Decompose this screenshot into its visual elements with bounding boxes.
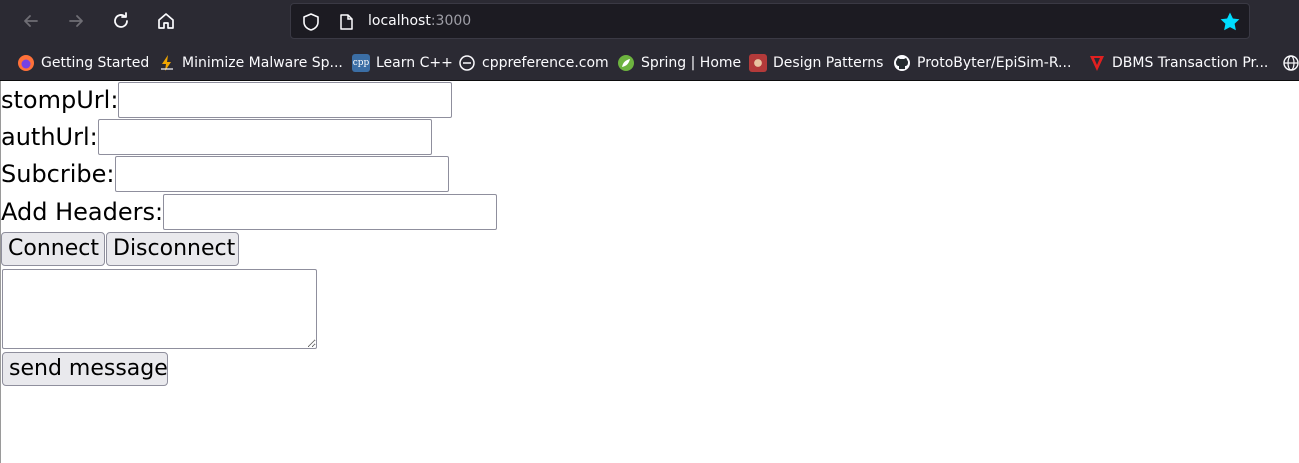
shield-icon[interactable]	[301, 12, 321, 32]
bookmark-label: DBMS Transaction Pr...	[1112, 55, 1269, 71]
back-button[interactable]	[16, 6, 46, 36]
bookmark-label: Getting Started	[41, 55, 150, 71]
subscribe-label: Subcribe:	[1, 160, 115, 188]
bookmark-getting-started[interactable]: Getting Started	[17, 52, 149, 74]
add-headers-row: Add Headers:	[1, 194, 498, 230]
star-icon[interactable]	[1219, 11, 1241, 33]
github-icon	[893, 54, 911, 72]
stomp-url-input[interactable]	[118, 82, 453, 118]
message-textarea[interactable]	[2, 269, 317, 349]
bookmarks-toolbar: Getting Started Minimize Malware Sp... c…	[0, 43, 1299, 81]
arrow-left-icon	[24, 15, 38, 27]
bookmark-design-patterns[interactable]: Design Patterns	[749, 52, 883, 74]
design-patterns-icon	[749, 54, 767, 72]
firefox-icon	[17, 54, 35, 72]
stomp-url-row: stompUrl:	[1, 82, 453, 118]
cppreference-icon	[458, 54, 476, 72]
bookmark-learn-cpp[interactable]: cpp Learn C++	[352, 52, 453, 74]
bookmark-spring-home[interactable]: Spring | Home	[617, 52, 741, 74]
bookmark-label: Minimize Malware Sp...	[182, 55, 343, 71]
auth-url-label: authUrl:	[1, 123, 98, 151]
bookmark-label: cppreference.com	[482, 55, 609, 71]
url-host: localhost	[368, 13, 431, 29]
globe-icon	[1282, 54, 1299, 72]
stomp-url-label: stompUrl:	[1, 86, 119, 114]
url-port: :3000	[430, 13, 472, 29]
bookmark-label: Learn C++	[376, 55, 453, 71]
browser-toolbar: localhost:3000	[0, 0, 1299, 43]
send-message-button[interactable]: send message	[2, 352, 168, 386]
subscribe-input[interactable]	[114, 156, 449, 192]
home-icon	[158, 13, 174, 29]
add-headers-label: Add Headers:	[1, 198, 164, 226]
bookmark-overflow[interactable]	[1282, 52, 1299, 74]
url-text[interactable]: localhost:3000	[368, 13, 471, 29]
bookmark-cppreference[interactable]: cppreference.com	[458, 52, 609, 74]
bookmark-label: Design Patterns	[773, 55, 884, 71]
reload-icon	[114, 12, 128, 28]
arrow-right-icon	[69, 15, 83, 27]
page-content: stompUrl: authUrl: Subcribe: Add Headers…	[0, 81, 1299, 463]
reload-button[interactable]	[106, 6, 136, 36]
connect-button[interactable]: Connect	[1, 232, 105, 266]
bookmark-minimize-malware[interactable]: Minimize Malware Sp...	[158, 52, 343, 74]
bookmark-label: ProtoByter/EpiSim-R...	[917, 55, 1072, 71]
add-headers-input[interactable]	[163, 194, 498, 230]
auth-url-row: authUrl:	[1, 119, 432, 155]
subscribe-row: Subcribe:	[1, 156, 449, 192]
bookmark-github-episim[interactable]: ProtoByter/EpiSim-R...	[893, 52, 1071, 74]
triangle-icon	[1088, 54, 1106, 72]
page-icon[interactable]	[337, 13, 355, 31]
cpp-icon: cpp	[352, 54, 370, 72]
forward-button[interactable]	[61, 6, 91, 36]
url-bar[interactable]: localhost:3000	[290, 3, 1250, 39]
disconnect-button[interactable]: Disconnect	[106, 232, 239, 266]
auth-url-input[interactable]	[97, 119, 432, 155]
bookmark-label: Spring | Home	[641, 55, 742, 71]
home-button[interactable]	[151, 6, 181, 36]
lightning-icon	[158, 54, 176, 72]
bookmark-dbms-transaction[interactable]: DBMS Transaction Pr...	[1088, 52, 1268, 74]
spring-leaf-icon	[617, 54, 635, 72]
